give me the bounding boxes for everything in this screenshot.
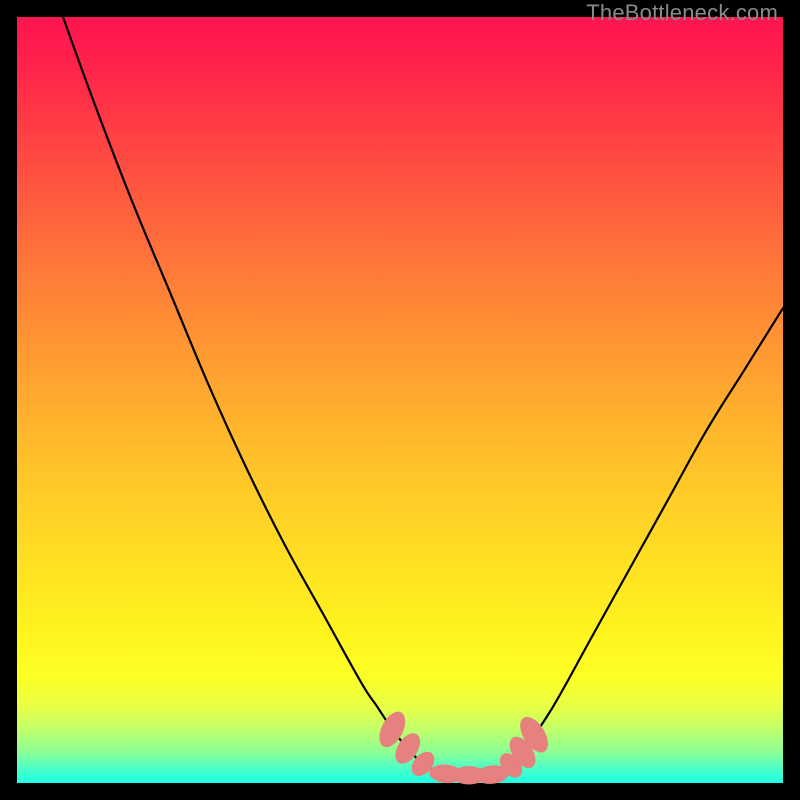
- watermark-text: TheBottleneck.com: [586, 0, 778, 26]
- chart-frame: TheBottleneck.com: [0, 0, 800, 800]
- curve-path: [63, 17, 783, 776]
- bottleneck-curve: [17, 17, 783, 783]
- curve-beads: [374, 707, 554, 785]
